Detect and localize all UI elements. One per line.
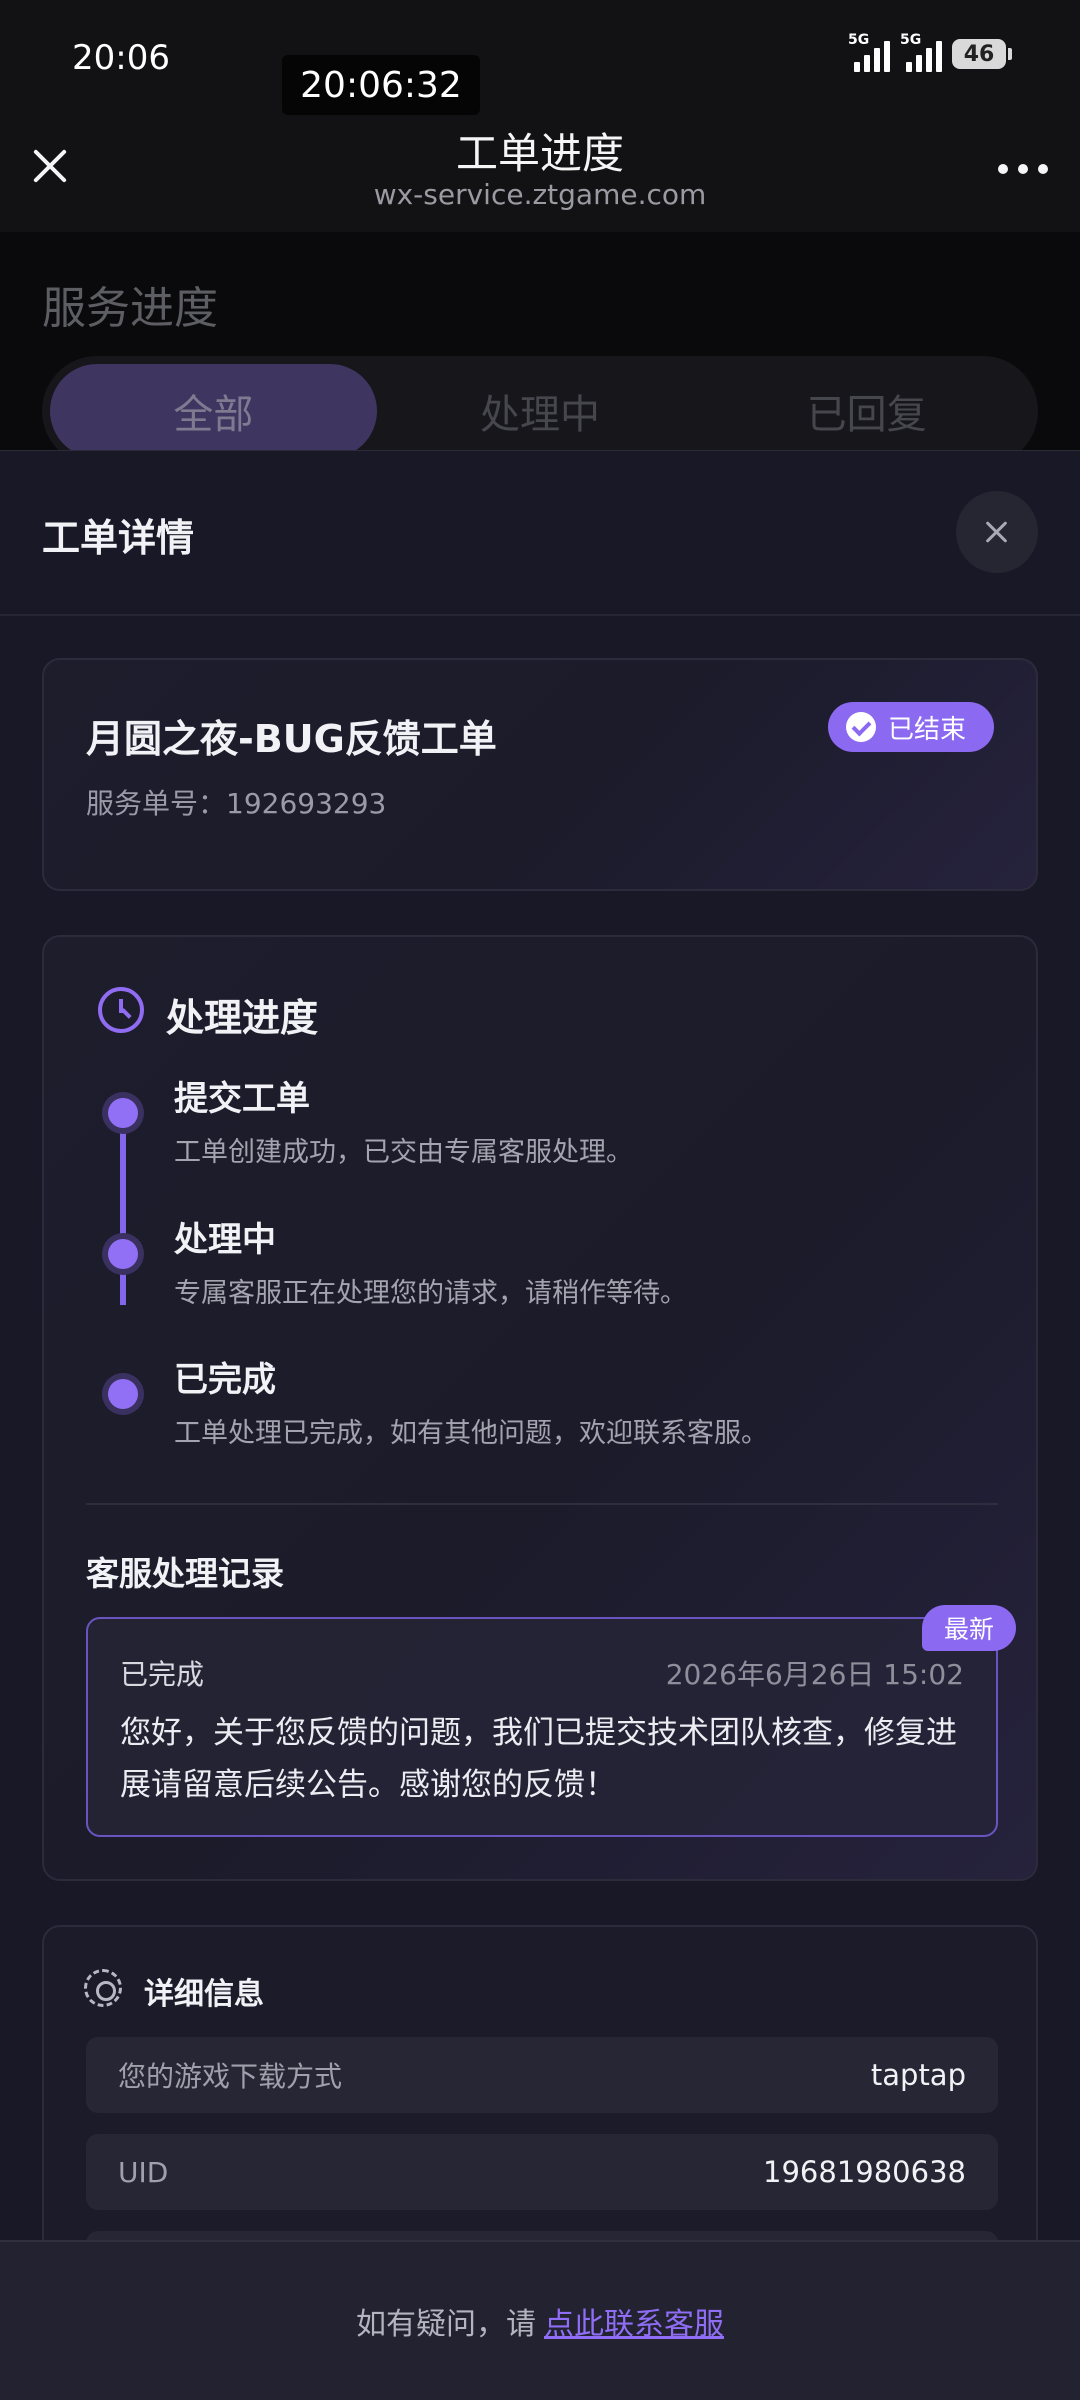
ticket-detail-sheet: 工单详情 月圆之夜-BUG反馈工单 服务单号：192693293 已结束 处理进… [0, 450, 1080, 2240]
background-page: 服务进度 全部 处理中 已回复 [0, 232, 1080, 466]
timeline-step: 处理中 专属客服正在处理您的请求，请稍作等待。 [174, 1212, 687, 1310]
sheet-title: 工单详情 [42, 516, 195, 560]
timeline-step: 已完成 工单处理已完成，如有其他问题，欢迎联系客服。 [174, 1352, 768, 1450]
contact-support-link[interactable]: 点此联系客服 [544, 2299, 724, 2343]
webview-header: 工单进度 wx-service.ztgame.com [0, 120, 1080, 232]
detail-value: taptap [870, 2058, 966, 2092]
detail-value: 19681980638 [763, 2155, 966, 2189]
footer-text: 如有疑问，请 [356, 2307, 536, 2342]
details-title: 详细信息 [144, 1977, 264, 2012]
step-desc: 工单处理已完成，如有其他问题，欢迎联系客服。 [174, 1418, 768, 1449]
page-url: wx-service.ztgame.com [373, 178, 707, 211]
record-time: 2026年6月26日 15:02 [665, 1658, 964, 1691]
timeline-dot [102, 1373, 144, 1415]
sheet-header: 工单详情 [0, 451, 1080, 616]
floating-clock: 20:06:32 [282, 55, 480, 115]
step-desc: 工单创建成功，已交由专属客服处理。 [174, 1137, 633, 1168]
progress-card: 处理进度 提交工单 工单创建成功，已交由专属客服处理。 处理中 专属客服正在处理… [42, 935, 1038, 1881]
ticket-title: 月圆之夜-BUG反馈工单 [86, 717, 497, 761]
step-title: 提交工单 [174, 1079, 310, 1119]
tab-all[interactable]: 全部 [50, 364, 377, 458]
progress-title: 处理进度 [166, 996, 319, 1040]
step-title: 处理中 [174, 1220, 276, 1260]
status-time: 20:06 [72, 38, 170, 78]
signal-icon: 5G [900, 32, 942, 72]
detail-row [86, 2231, 998, 2240]
timeline-dot [102, 1233, 144, 1275]
sheet-close-button[interactable] [956, 491, 1038, 573]
background-title: 服务进度 [42, 283, 218, 334]
divider [86, 1503, 998, 1505]
tab-processing[interactable]: 处理中 [377, 364, 704, 458]
status-icons: 5G 5G 46 [848, 32, 1012, 72]
page-title: 工单进度 [455, 129, 624, 178]
status-bar: 20:06 20:06:32 5G 5G 46 [0, 0, 1080, 120]
signal-icon: 5G [848, 32, 890, 72]
step-desc: 专属客服正在处理您的请求，请稍作等待。 [174, 1278, 687, 1309]
records-title: 客服处理记录 [86, 1554, 284, 1593]
detail-row: UID 19681980638 [86, 2134, 998, 2210]
timeline-line [120, 1115, 126, 1305]
details-card: 详细信息 您的游戏下载方式 taptap UID 19681980638 [42, 1925, 1038, 2240]
battery-icon: 46 [952, 39, 1012, 69]
more-icon[interactable] [998, 164, 1048, 174]
latest-badge: 最新 [921, 1605, 1016, 1651]
service-record: 最新 已完成 2026年6月26日 15:02 您好，关于您反馈的问题，我们已提… [86, 1605, 1016, 1837]
footer: 如有疑问，请 点此联系客服 [0, 2240, 1080, 2400]
timeline-dot [102, 1092, 144, 1134]
check-icon [845, 712, 876, 742]
detail-key: 您的游戏下载方式 [118, 2060, 343, 2093]
gear-icon [84, 1969, 122, 2007]
tab-replied[interactable]: 已回复 [703, 364, 1030, 458]
status-badge-label: 已结束 [887, 714, 966, 745]
detail-row: 您的游戏下载方式 taptap [86, 2037, 998, 2113]
timeline-step: 提交工单 工单创建成功，已交由专属客服处理。 [174, 1071, 633, 1169]
ticket-number: 服务单号：192693293 [86, 787, 387, 820]
record-status: 已完成 [120, 1658, 205, 1691]
detail-key: UID [118, 2155, 169, 2189]
status-badge: 已结束 [827, 702, 994, 752]
record-body: 您好，关于您反馈的问题，我们已提交技术团队核查，修复进展请留意后续公告。感谢您的… [120, 1715, 957, 1803]
clock-icon [98, 987, 144, 1033]
step-title: 已完成 [174, 1360, 276, 1400]
ticket-summary-card: 月圆之夜-BUG反馈工单 服务单号：192693293 已结束 [42, 658, 1038, 891]
